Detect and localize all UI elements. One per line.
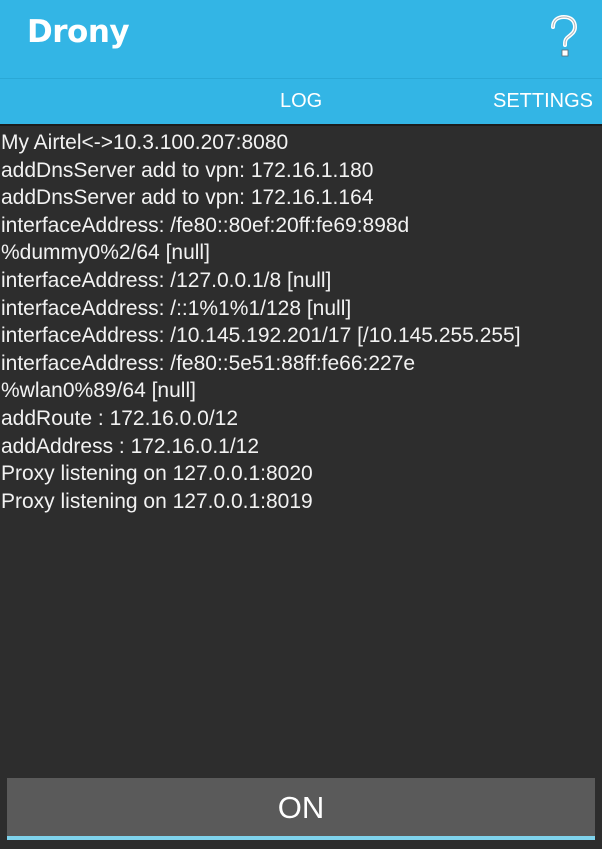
on-toggle-button[interactable]: ON	[7, 778, 595, 840]
log-line: interfaceAddress: /fe80::80ef:20ff:fe69:…	[1, 213, 410, 237]
help-button[interactable]	[538, 6, 590, 68]
log-line: addDnsServer add to vpn: 172.16.1.164	[1, 186, 374, 210]
log-line: interfaceAddress: /::1%1%1/128 [null]	[1, 296, 352, 320]
log-line: addAddress : 172.16.0.1/12	[1, 434, 260, 458]
tab-bar: LOG SETTINGS	[0, 78, 602, 124]
app-title: Drony	[27, 14, 130, 50]
tab-settings[interactable]: SETTINGS	[493, 90, 593, 113]
log-line: interfaceAddress: /fe80::5e51:88ff:fe66:…	[1, 351, 416, 375]
bottom-bar: ON	[0, 774, 602, 849]
log-line: Proxy listening on 127.0.0.1:8020	[1, 462, 313, 486]
log-panel[interactable]: My Airtel<->10.3.100.207:8080 addDnsServ…	[0, 124, 602, 774]
question-mark-icon	[551, 15, 578, 57]
action-bar: Drony	[0, 0, 602, 78]
log-line: %dummy0%2/64 [null]	[1, 241, 210, 265]
log-line: addDnsServer add to vpn: 172.16.1.180	[1, 158, 374, 182]
log-line: addRoute : 172.16.0.0/12	[1, 406, 239, 430]
log-line: %wlan0%89/64 [null]	[1, 379, 196, 403]
log-line: My Airtel<->10.3.100.207:8080	[1, 131, 289, 154]
tab-log[interactable]: LOG	[280, 90, 322, 113]
log-line: interfaceAddress: /10.145.192.201/17 [/1…	[1, 324, 521, 348]
log-line: interfaceAddress: /127.0.0.1/8 [null]	[1, 268, 332, 292]
log-line: Proxy listening on 127.0.0.1:8019	[1, 489, 313, 513]
log-list: My Airtel<->10.3.100.207:8080 addDnsServ…	[0, 126, 602, 515]
drony-app: Drony LOG SETTINGS My Airtel<->10.3.100.…	[0, 0, 602, 849]
